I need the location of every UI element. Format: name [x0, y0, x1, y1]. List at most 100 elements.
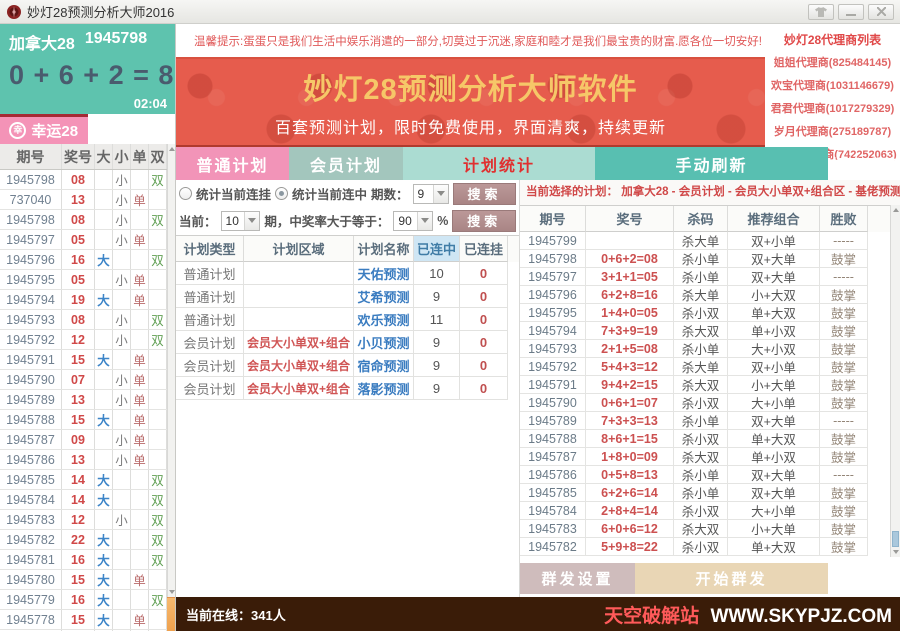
draw-history-row[interactable]: 1945792 12 小 双	[0, 330, 167, 350]
arrow-down-icon[interactable]	[169, 590, 175, 594]
cell-even	[149, 410, 167, 429]
cell-plan-name: 小贝预测	[354, 331, 414, 354]
draw-history-row[interactable]: 1945790 07 小 单	[0, 370, 167, 390]
draw-history-row[interactable]: 1945789 13 小 单	[0, 390, 167, 410]
draw-history-row[interactable]: 1945798 08 小 双	[0, 210, 167, 230]
cell-recommend-combo: 双+大单	[728, 484, 820, 502]
main-tab[interactable]: 计划统计	[403, 147, 595, 180]
plan-row[interactable]: 普通计划 艾希预测 9 0	[176, 285, 519, 308]
cell-odd: 单	[131, 190, 149, 209]
draw-history-row[interactable]: 1945797 05 小 单	[0, 230, 167, 250]
prediction-row[interactable]: 1945798 0+6+2=08 杀小单 双+大单 鼓掌	[520, 250, 890, 268]
plans-table: 计划类型计划区域计划名称已连中已连挂 普通计划 天佑预测 10 0 普通计划	[176, 235, 519, 400]
prediction-row[interactable]: 1945786 0+5+8=13 杀小单 双+大单 -----	[520, 466, 890, 484]
banner-subtitle: 百套预测计划，限时免费使用，界面清爽，持续更新	[275, 114, 666, 138]
agent-item[interactable]: 欢宝代理商(1031146679)	[765, 77, 900, 93]
cell-win-lose: 鼓掌	[820, 376, 868, 394]
prediction-row[interactable]: 1945782 5+9+8=22 杀小双 单+大双 鼓掌	[520, 538, 890, 556]
draw-history-row[interactable]: 1945782 22 大 双	[0, 530, 167, 550]
game-tab[interactable]: 加 加拿大28	[88, 114, 176, 144]
search-button-bottom[interactable]: 搜索	[452, 210, 516, 232]
theme-icon[interactable]	[808, 4, 834, 20]
main-tab[interactable]: 在线群聊	[828, 147, 900, 180]
prediction-row[interactable]: 1945795 1+4+0=05 杀小双 单+大双 鼓掌	[520, 304, 890, 322]
agent-item[interactable]: 君君代理商(1017279329)	[765, 100, 900, 116]
agent-item[interactable]: 姐姐代理商(825484145)	[765, 54, 900, 70]
draw-history-row[interactable]: 1945794 19 大 单	[0, 290, 167, 310]
cell-win-lose: 鼓掌	[820, 538, 868, 556]
prediction-row[interactable]: 1945796 6+2+8=16 杀大单 小+大双 鼓掌	[520, 286, 890, 304]
radio-stat-miss[interactable]	[179, 187, 192, 200]
prediction-row[interactable]: 1945789 7+3+3=13 杀小单 双+大单 -----	[520, 412, 890, 430]
draw-history-row[interactable]: 1945783 12 小 双	[0, 510, 167, 530]
cell-draw-code	[586, 232, 674, 250]
arrow-up-icon[interactable]	[893, 208, 899, 212]
cell-big	[95, 330, 113, 349]
prediction-row[interactable]: 1945791 9+4+2=15 杀大双 小+大单 鼓掌	[520, 376, 890, 394]
draw-history-row[interactable]: 1945784 14 大 双	[0, 490, 167, 510]
draw-history-row[interactable]: 1945785 14 大 双	[0, 470, 167, 490]
main-tab[interactable]: 普通计划	[176, 147, 289, 180]
draw-history-row[interactable]: 1945778 15 大 单	[0, 610, 167, 630]
cell-big: 大	[95, 610, 113, 629]
draw-history-row[interactable]: 1945779 16 大 双	[0, 590, 167, 610]
minimize-icon[interactable]	[838, 4, 864, 20]
prediction-row[interactable]: 1945790 0+6+1=07 杀小双 大+小单 鼓掌	[520, 394, 890, 412]
left-table-scrollbar[interactable]	[167, 144, 175, 597]
cell-recommend-combo: 小+大单	[728, 520, 820, 538]
group-send-button[interactable]: 开始群发	[635, 563, 828, 594]
plan-row[interactable]: 普通计划 欢乐预测 11 0	[176, 308, 519, 331]
draw-history-row[interactable]: 1945788 15 大 单	[0, 410, 167, 430]
prediction-row[interactable]: 1945783 6+0+6=12 杀大双 小+大单 鼓掌	[520, 520, 890, 538]
draw-history-row[interactable]: 737040 13 小 单	[0, 190, 167, 210]
draw-history-row[interactable]: 1945796 16 大 双	[0, 250, 167, 270]
group-send-button[interactable]: 群发设置	[520, 563, 635, 594]
draw-history-row[interactable]: 1945786 13 小 单	[0, 450, 167, 470]
draw-history-row[interactable]: 1945781 16 大 双	[0, 550, 167, 570]
prediction-row[interactable]: 1945799 杀大单 双+小单 -----	[520, 232, 890, 250]
cell-issue: 1945798	[520, 250, 586, 268]
prediction-row[interactable]: 1945793 2+1+5=08 杀小单 大+小双 鼓掌	[520, 340, 890, 358]
periods-select[interactable]: 9	[413, 184, 449, 204]
cell-issue: 1945791	[0, 350, 62, 369]
prediction-row[interactable]: 1945787 1+8+0=09 杀大双 单+小双 鼓掌	[520, 448, 890, 466]
main-tab[interactable]: 会员计划	[289, 147, 403, 180]
draw-history-row[interactable]: 1945787 09 小 单	[0, 430, 167, 450]
cell-recommend-combo: 双+小单	[728, 358, 820, 376]
prediction-table-scrollbar[interactable]	[890, 205, 900, 557]
draw-history-row[interactable]: 1945791 15 大 单	[0, 350, 167, 370]
prediction-row[interactable]: 1945797 3+1+1=05 杀小单 双+大单 -----	[520, 268, 890, 286]
main-tab[interactable]: 手动刷新	[595, 147, 828, 180]
arrow-up-icon[interactable]	[169, 147, 175, 151]
draw-history-row[interactable]: 1945795 05 小 单	[0, 270, 167, 290]
cell-kill-code: 杀大双	[674, 448, 728, 466]
current-select[interactable]: 10	[221, 211, 261, 231]
plan-row[interactable]: 会员计划 会员大小单双+组合 落影预测 9 0	[176, 377, 519, 400]
prediction-row[interactable]: 1945784 2+8+4=14 杀小双 大+小单 鼓掌	[520, 502, 890, 520]
radio-stat-hit[interactable]	[275, 187, 288, 200]
cell-small	[113, 290, 131, 309]
search-button-top[interactable]: 搜索	[453, 183, 516, 205]
prediction-row[interactable]: 1945785 6+2+6=14 杀小单 双+大单 鼓掌	[520, 484, 890, 502]
agent-item[interactable]: 岁月代理商(275189787)	[765, 123, 900, 139]
group-send-button[interactable]: 停止群发	[828, 563, 900, 594]
rate-select[interactable]: 90	[393, 211, 433, 231]
draw-history-row[interactable]: 1945793 08 小 双	[0, 310, 167, 330]
prediction-row[interactable]: 1945792 5+4+3=12 杀大单 双+小单 鼓掌	[520, 358, 890, 376]
draw-history-row[interactable]: 1945780 15 大 单	[0, 570, 167, 590]
cell-small: 小	[113, 330, 131, 349]
game-tab[interactable]: 幸 幸运28	[0, 114, 88, 144]
scrollbar-thumb[interactable]	[892, 531, 899, 547]
close-icon[interactable]	[868, 4, 894, 20]
draw-history-row[interactable]: 1945798 08 小 双	[0, 170, 167, 190]
cell-big	[95, 310, 113, 329]
cell-win-lose: 鼓掌	[820, 502, 868, 520]
plan-row[interactable]: 会员计划 会员大小单双+组合 宿命预测 9 0	[176, 354, 519, 377]
prediction-row[interactable]: 1945794 7+3+9=19 杀大双 单+小双 鼓掌	[520, 322, 890, 340]
prediction-row[interactable]: 1945788 8+6+1=15 杀小双 单+大双 鼓掌	[520, 430, 890, 448]
plan-row[interactable]: 会员计划 会员大小单双+组合 小贝预测 9 0	[176, 331, 519, 354]
cell-issue: 1945785	[0, 470, 62, 489]
plan-row[interactable]: 普通计划 天佑预测 10 0	[176, 262, 519, 285]
cell-number: 15	[62, 570, 95, 589]
arrow-down-icon[interactable]	[893, 550, 899, 554]
